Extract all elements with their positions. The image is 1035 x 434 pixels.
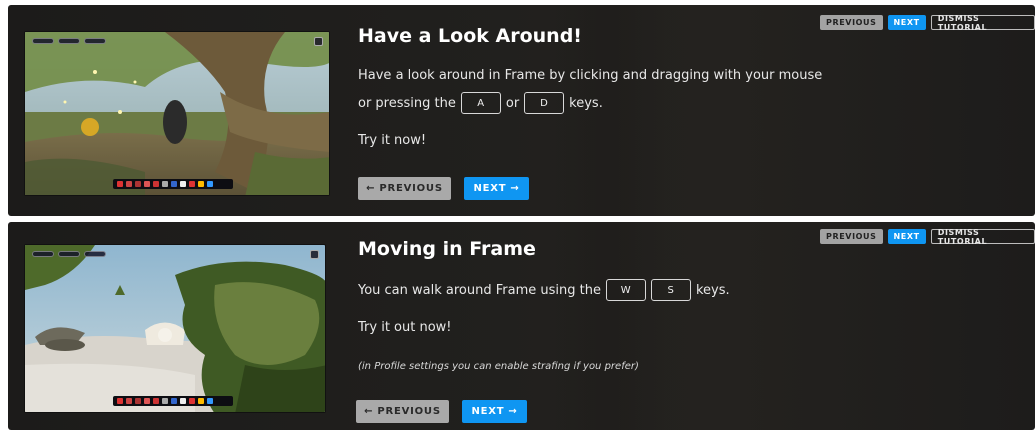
try-it-text: Try it now!: [358, 133, 427, 148]
scene-corner-icon: [310, 250, 319, 259]
hud-pill: [32, 38, 54, 44]
panel-shading: [548, 222, 668, 430]
instruction-text: keys.: [695, 282, 730, 298]
arrow-left-icon: ←: [366, 183, 376, 194]
key-d: D: [524, 92, 565, 114]
tutorial-panel-moving: Moving in Frame You can walk around Fram…: [8, 222, 1035, 430]
hud-pill: [58, 251, 80, 257]
next-button[interactable]: NEXT →: [464, 177, 529, 200]
key-a: A: [460, 92, 501, 114]
top-next-button[interactable]: NEXT: [887, 15, 926, 30]
instruction-line: Have a look around in Frame by clicking …: [358, 68, 822, 83]
try-it-line: Try it out now!: [358, 320, 452, 335]
step-title: Have a Look Around!: [358, 25, 582, 47]
scene-hud: [32, 38, 106, 44]
strafing-note: (in Profile settings you can enable stra…: [358, 361, 639, 372]
hud-pill: [32, 251, 54, 257]
previous-button[interactable]: ← PREVIOUS: [358, 177, 451, 200]
scene-hud: [32, 251, 106, 257]
previous-button-label: PREVIOUS: [379, 183, 443, 194]
arrow-left-icon: ←: [364, 406, 374, 417]
zen-garden-scene-image: [25, 245, 325, 412]
arrow-right-icon: →: [508, 406, 518, 417]
hud-pill: [58, 38, 80, 44]
forest-scene-image: [25, 32, 329, 195]
top-previous-button[interactable]: PREVIOUS: [820, 229, 883, 244]
hud-pill: [84, 38, 106, 44]
next-button-label: NEXT: [473, 183, 507, 194]
dismiss-tutorial-button[interactable]: DISMISS TUTORIAL: [930, 228, 1035, 246]
forest-scene-screenshot: [24, 31, 330, 196]
instruction-text: Have a look around in Frame by clicking …: [358, 68, 823, 83]
dismiss-tutorial-button[interactable]: DISMISS TUTORIAL: [930, 14, 1035, 32]
instruction-text: keys.: [569, 95, 603, 111]
previous-button[interactable]: ← PREVIOUS: [356, 400, 449, 423]
scene-toolbar: [113, 396, 233, 406]
previous-button-label: PREVIOUS: [377, 406, 441, 417]
next-button[interactable]: NEXT →: [462, 400, 527, 423]
arrow-right-icon: →: [510, 183, 520, 194]
step-title: Moving in Frame: [358, 238, 536, 260]
top-previous-button[interactable]: PREVIOUS: [820, 15, 883, 30]
key-s: S: [650, 279, 691, 301]
try-it-text: Try it out now!: [358, 320, 452, 335]
instruction-text: or: [505, 95, 520, 111]
tutorial-top-controls: PREVIOUS NEXT DISMISS TUTORIAL: [820, 14, 1035, 32]
instruction-text: You can walk around Frame using the: [358, 282, 601, 298]
scene-corner-icon: [314, 37, 323, 46]
key-w: W: [605, 279, 646, 301]
tutorial-top-controls: PREVIOUS NEXT DISMISS TUTORIAL: [820, 228, 1035, 246]
top-next-button[interactable]: NEXT: [887, 229, 926, 244]
instruction-text: or pressing the: [358, 95, 456, 111]
instruction-line-keys: or pressing the A or D keys.: [358, 92, 603, 114]
scene-toolbar: [113, 179, 233, 189]
zen-garden-scene-screenshot: [24, 244, 326, 413]
next-button-label: NEXT: [471, 406, 505, 417]
hud-pill: [84, 251, 106, 257]
instruction-line-keys: You can walk around Frame using the W S …: [358, 279, 730, 301]
tutorial-panel-look-around: Have a Look Around! Have a look around i…: [8, 5, 1035, 216]
try-it-line: Try it now!: [358, 133, 426, 148]
